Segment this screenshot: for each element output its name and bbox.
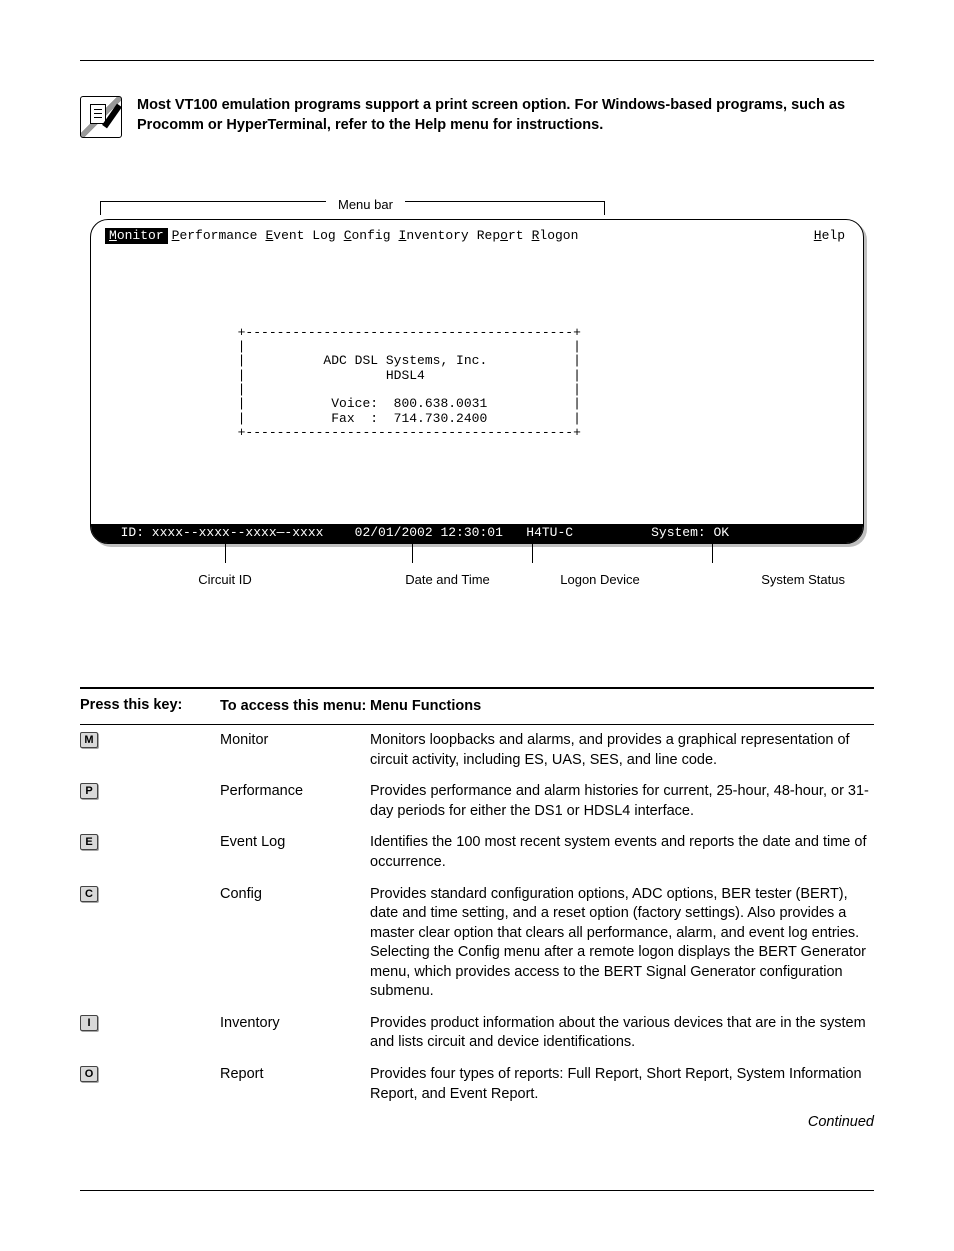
table-header-func: Menu Functions <box>370 697 874 717</box>
key-badge: I <box>80 1015 98 1031</box>
key-badge: E <box>80 834 98 850</box>
menu-name: Monitor <box>220 731 370 751</box>
table-row: P PerformanceProvides performance and ala… <box>80 776 874 827</box>
terminal-menubar: Monitor Performance Event Log Config Inv… <box>91 220 863 244</box>
callout-datetime: Date and Time <box>405 572 490 587</box>
table-header-key: Press this key: <box>80 697 220 717</box>
terminal-menu-item: Config <box>340 228 395 244</box>
terminal-menu-item: Report <box>473 228 528 244</box>
menu-name: Config <box>220 885 370 905</box>
menu-name: Performance <box>220 782 370 802</box>
menu-function: Provides four types of reports: Full Rep… <box>370 1065 874 1104</box>
menu-name: Inventory <box>220 1014 370 1034</box>
terminal-statusbar: ID: xxxx--xxxx--xxxx—-xxxx 02/01/2002 12… <box>91 524 863 542</box>
terminal-menu-item: Inventory <box>395 228 473 244</box>
terminal-menu-item: Performance <box>168 228 262 244</box>
note-block: Most VT100 emulation programs support a … <box>80 96 874 138</box>
menubar-label: Menu bar <box>332 197 399 212</box>
terminal-menu-item: Event Log <box>261 228 339 244</box>
menu-function: Provides performance and alarm histories… <box>370 782 874 821</box>
table-row: I InventoryProvides product information a… <box>80 1008 874 1059</box>
table-row: M MonitorMonitors loopbacks and alarms, a… <box>80 725 874 776</box>
terminal-body: +---------------------------------------… <box>91 244 863 524</box>
table-row: O ReportProvides four types of reports: F… <box>80 1059 874 1110</box>
table-header-row: Press this key: To access this menu: Men… <box>80 689 874 726</box>
menu-function: Identifies the 100 most recent system ev… <box>370 833 874 872</box>
table-row: C ConfigProvides standard configuration o… <box>80 879 874 1008</box>
key-badge: O <box>80 1066 98 1082</box>
table-continued: Continued <box>80 1114 874 1130</box>
table-header-menu: To access this menu: <box>220 697 370 717</box>
key-badge: P <box>80 783 98 799</box>
key-badge: M <box>80 732 98 748</box>
menu-name: Event Log <box>220 833 370 853</box>
callout-circuit-id: Circuit ID <box>198 572 251 587</box>
terminal-screenshot: Monitor Performance Event Log Config Inv… <box>90 219 864 544</box>
menu-name: Report <box>220 1065 370 1085</box>
callout-logon-device: Logon Device <box>560 572 640 587</box>
terminal-menu-item: Rlogon <box>528 228 583 244</box>
terminal-menu-item: Monitor <box>105 228 168 244</box>
note-text: Most VT100 emulation programs support a … <box>137 96 874 135</box>
menu-function: Provides product information about the v… <box>370 1014 874 1053</box>
menu-function: Monitors loopbacks and alarms, and provi… <box>370 731 874 770</box>
terminal-menu-item: Help <box>810 228 849 244</box>
key-badge: C <box>80 886 98 902</box>
callout-system-status: System Status <box>761 572 845 587</box>
menu-function: Provides standard configuration options,… <box>370 885 874 1002</box>
table-row: E Event LogIdentifies the 100 most recent… <box>80 827 874 878</box>
note-icon <box>80 96 122 138</box>
